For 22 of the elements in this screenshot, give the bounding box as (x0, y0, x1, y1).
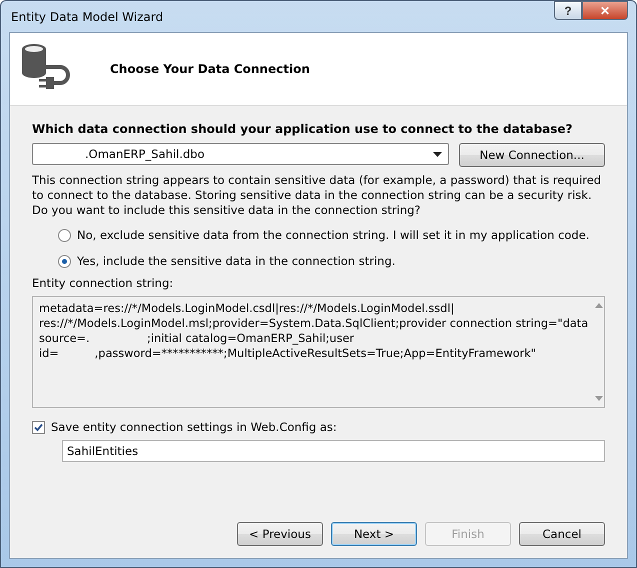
option-label: No, exclude sensitive data from the connection string. I will set it in my application code. (77, 228, 590, 242)
entities-name-field[interactable]: SahilEntities (62, 440, 605, 462)
new-connection-button[interactable]: New Connection... (459, 143, 605, 167)
question-label: Which data connection should your application use to connect to the database? (32, 122, 574, 136)
connection-string-box[interactable]: metadata=res://*/Models.LoginModel.csdl|res://*/Models.LoginModel.ssdl| res://*/Models.LoginModel.msl;provider=System.Data.SqlClient;provider connection string="data source=. ;initial catalog=OmanERP_Sahil;user id= ,password=***********;MultipleActiveResultSets=True;App=EntityFramework" (32, 296, 605, 408)
radio-button[interactable] (58, 254, 71, 268)
save-setting-label: Save entity connection settings in Web.Config as: (51, 420, 337, 434)
wizard-button[interactable]: Next > (331, 522, 417, 546)
connection-string-label: Entity connection string: (32, 276, 174, 290)
checkbox[interactable] (32, 420, 45, 434)
help-button[interactable]: ? (554, 1, 582, 20)
caret-icon (433, 152, 442, 156)
connection-dropdown[interactable]: .OmanERP_Sahil.dbo (32, 143, 449, 165)
wizard-button[interactable]: < Previous (237, 522, 323, 546)
radio-button[interactable] (58, 228, 71, 242)
page-title: Choose Your Data Connection (110, 62, 310, 76)
warning-text: This connection string appears to contain sensitive data (for example, a password) that is required to connect to the database. Storing sensitive data in the connection string can be a security risk. Do you want to include this sensitive data in the connection string? (32, 173, 602, 218)
window-title: Entity Data Model Wizard (10, 10, 164, 24)
scroll-up-arrow-icon[interactable] (595, 303, 604, 308)
option-label: Yes, include the sensitive data in the connection string. (77, 254, 396, 268)
scroll-down-arrow-icon[interactable] (595, 396, 604, 401)
wizard-button[interactable]: Cancel (519, 522, 605, 546)
